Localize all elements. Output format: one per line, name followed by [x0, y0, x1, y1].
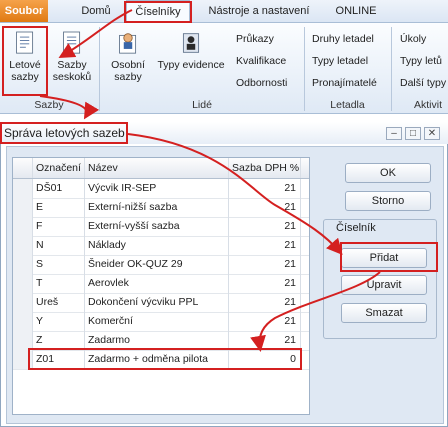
- arrow-tab-to-button: [58, 9, 133, 58]
- arrow-add-to-row: [250, 271, 381, 352]
- arrow-dialog-to-add: [127, 133, 343, 255]
- annotation-arrows: [39, 9, 381, 352]
- arrow-button-to-dialog: [39, 95, 100, 120]
